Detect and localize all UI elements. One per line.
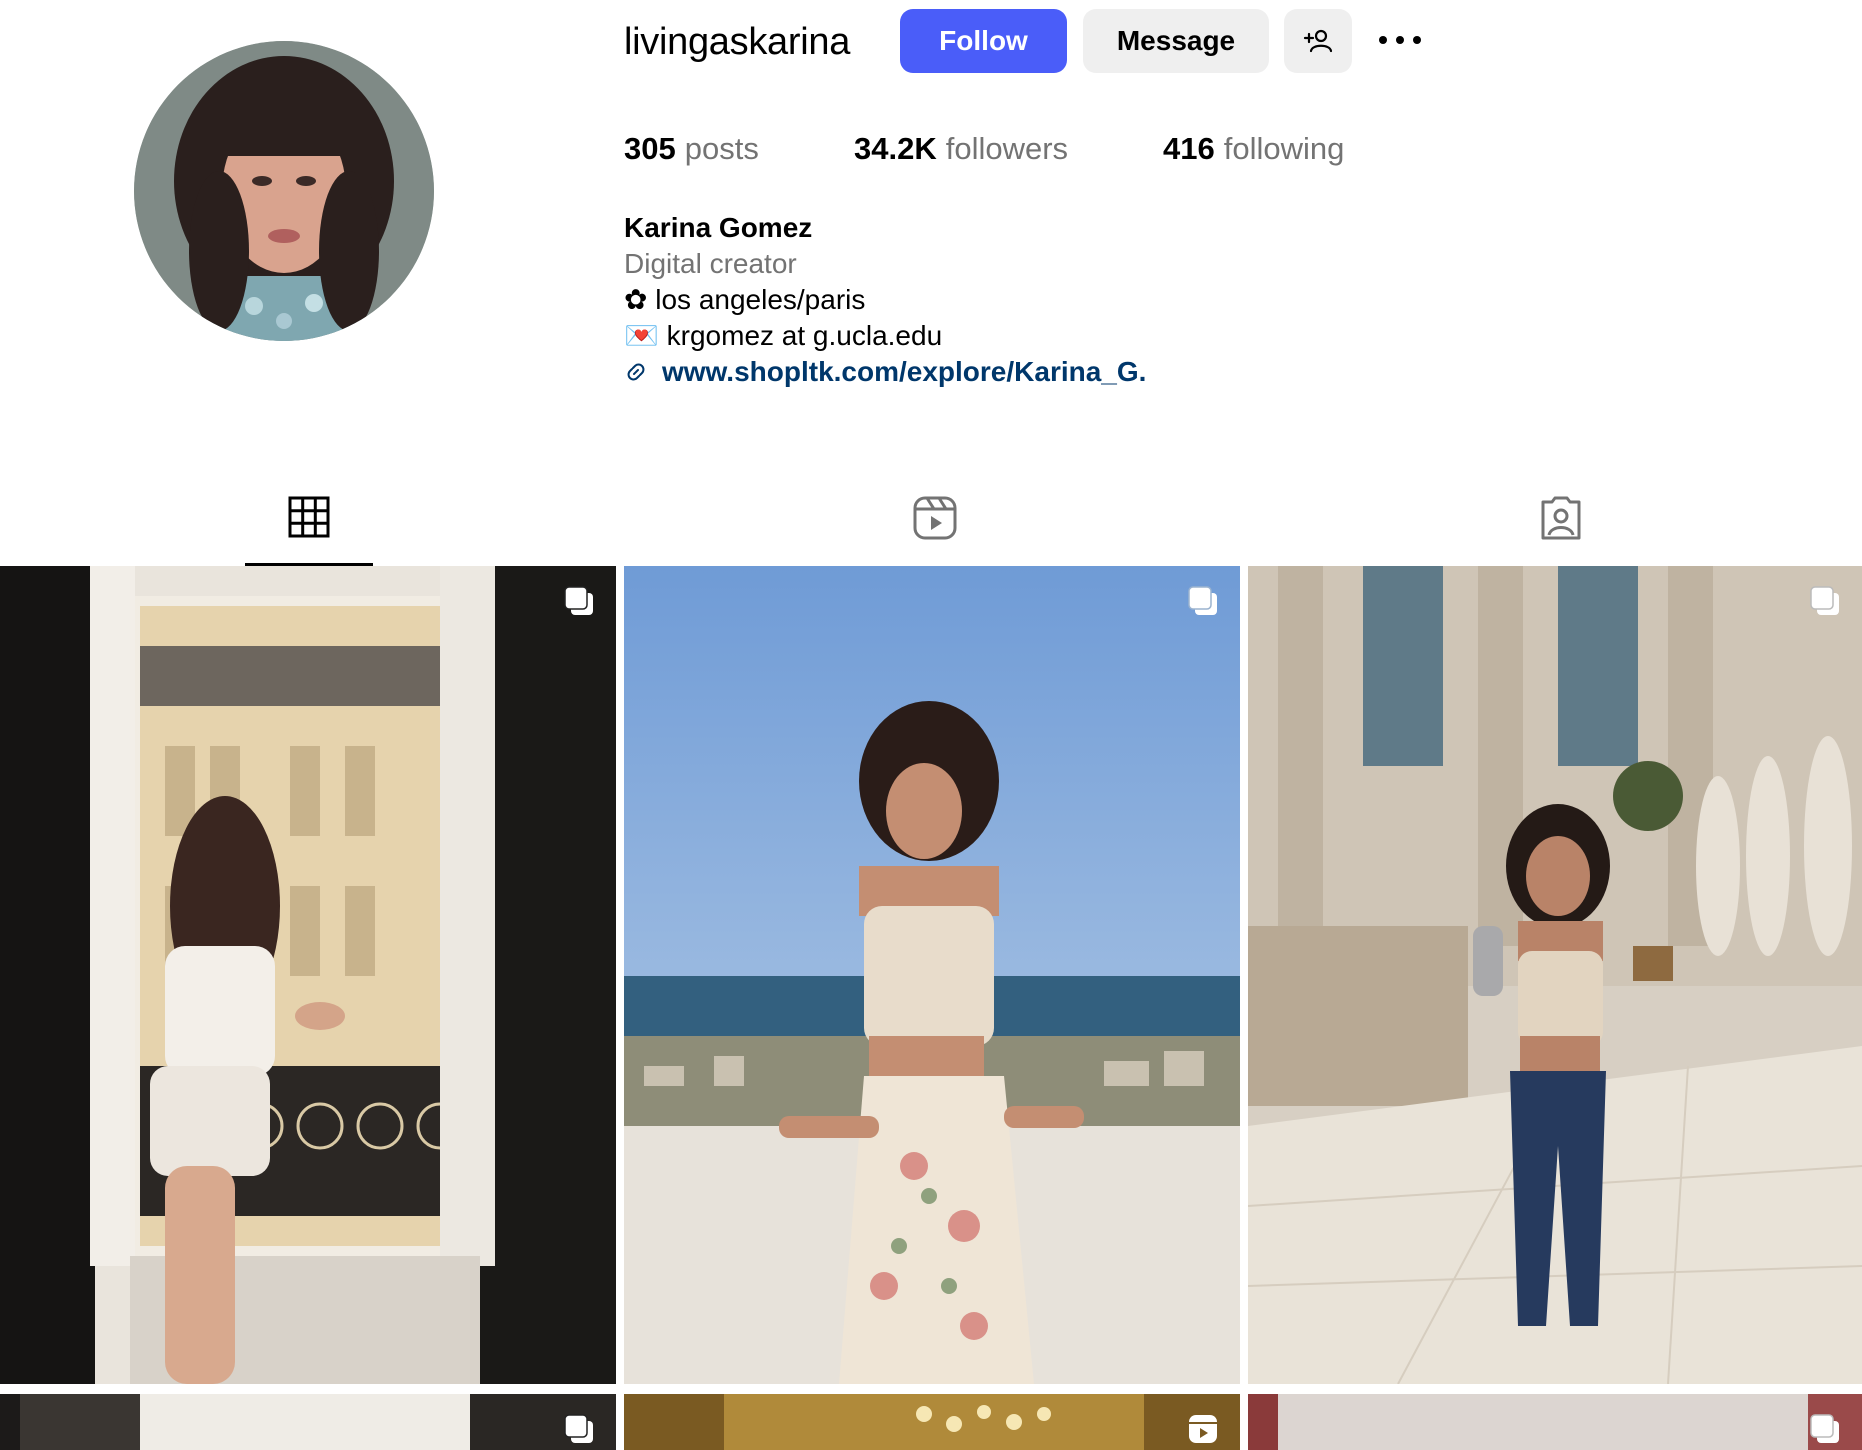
tab-posts[interactable] — [245, 490, 373, 566]
following-stat[interactable]: 416 following — [1163, 126, 1344, 172]
profile-username: livingaskarina — [624, 21, 851, 63]
followers-count: 34.2K — [854, 131, 937, 166]
carousel-icon — [1810, 1414, 1839, 1443]
tagged-icon — [1541, 496, 1581, 540]
carousel-icon — [1188, 586, 1217, 615]
post-thumbnail[interactable] — [1248, 1394, 1862, 1450]
more-horizontal-icon — [1379, 36, 1421, 44]
carousel-icon — [564, 1414, 593, 1443]
post-thumbnail[interactable] — [624, 1394, 1240, 1450]
followers-stat[interactable]: 34.2K followers — [854, 126, 1068, 172]
link-icon — [627, 363, 645, 381]
post-photo — [0, 566, 616, 1384]
bio-link[interactable]: www.shopltk.com/explore/Karina_G. — [624, 354, 1146, 390]
followers-label: followers — [945, 131, 1069, 166]
bio-full-name: Karina Gomez — [624, 212, 813, 243]
post-photo — [1248, 1394, 1862, 1450]
following-label: following — [1223, 131, 1345, 166]
avatar[interactable] — [134, 41, 434, 341]
post-thumbnail[interactable] — [0, 1394, 616, 1450]
post-thumbnail[interactable] — [1248, 566, 1862, 1384]
post-thumbnail[interactable] — [0, 566, 616, 1384]
more-options-button[interactable] — [1372, 20, 1428, 60]
follow-button[interactable]: Follow — [900, 9, 1067, 73]
posts-label: posts — [684, 131, 759, 166]
post-photo — [1248, 566, 1862, 1384]
post-photo — [624, 1394, 1240, 1450]
flower-icon: ✿ — [624, 284, 648, 315]
bio-category: Digital creator — [624, 248, 797, 279]
following-count: 416 — [1163, 131, 1215, 166]
posts-count: 305 — [624, 131, 676, 166]
bio-email: 💌 krgomez at g.ucla.edu — [624, 318, 942, 354]
tab-reels[interactable] — [871, 490, 999, 572]
tab-tagged[interactable] — [1497, 490, 1625, 572]
reel-icon — [1189, 1415, 1217, 1443]
post-thumbnail[interactable] — [624, 566, 1240, 1384]
bio-location-text: los angeles/paris — [655, 284, 866, 315]
love-letter-icon: 💌 — [624, 320, 659, 351]
post-photo — [624, 566, 1240, 1384]
bio-link-text: www.shopltk.com/explore/Karina_G. — [662, 356, 1147, 387]
grid-icon — [288, 496, 330, 538]
reels-icon — [913, 496, 957, 540]
avatar-photo — [134, 41, 434, 341]
bio-email-text: krgomez at g.ucla.edu — [666, 320, 943, 351]
posts-stat: 305 posts — [624, 126, 759, 172]
post-photo — [0, 1394, 616, 1450]
suggested-accounts-button[interactable] — [1284, 9, 1352, 73]
carousel-icon — [564, 586, 593, 615]
bio-location: ✿ los angeles/paris — [624, 282, 865, 318]
message-button[interactable]: Message — [1083, 9, 1269, 73]
carousel-icon — [1810, 586, 1839, 615]
person-add-icon — [1303, 29, 1333, 53]
